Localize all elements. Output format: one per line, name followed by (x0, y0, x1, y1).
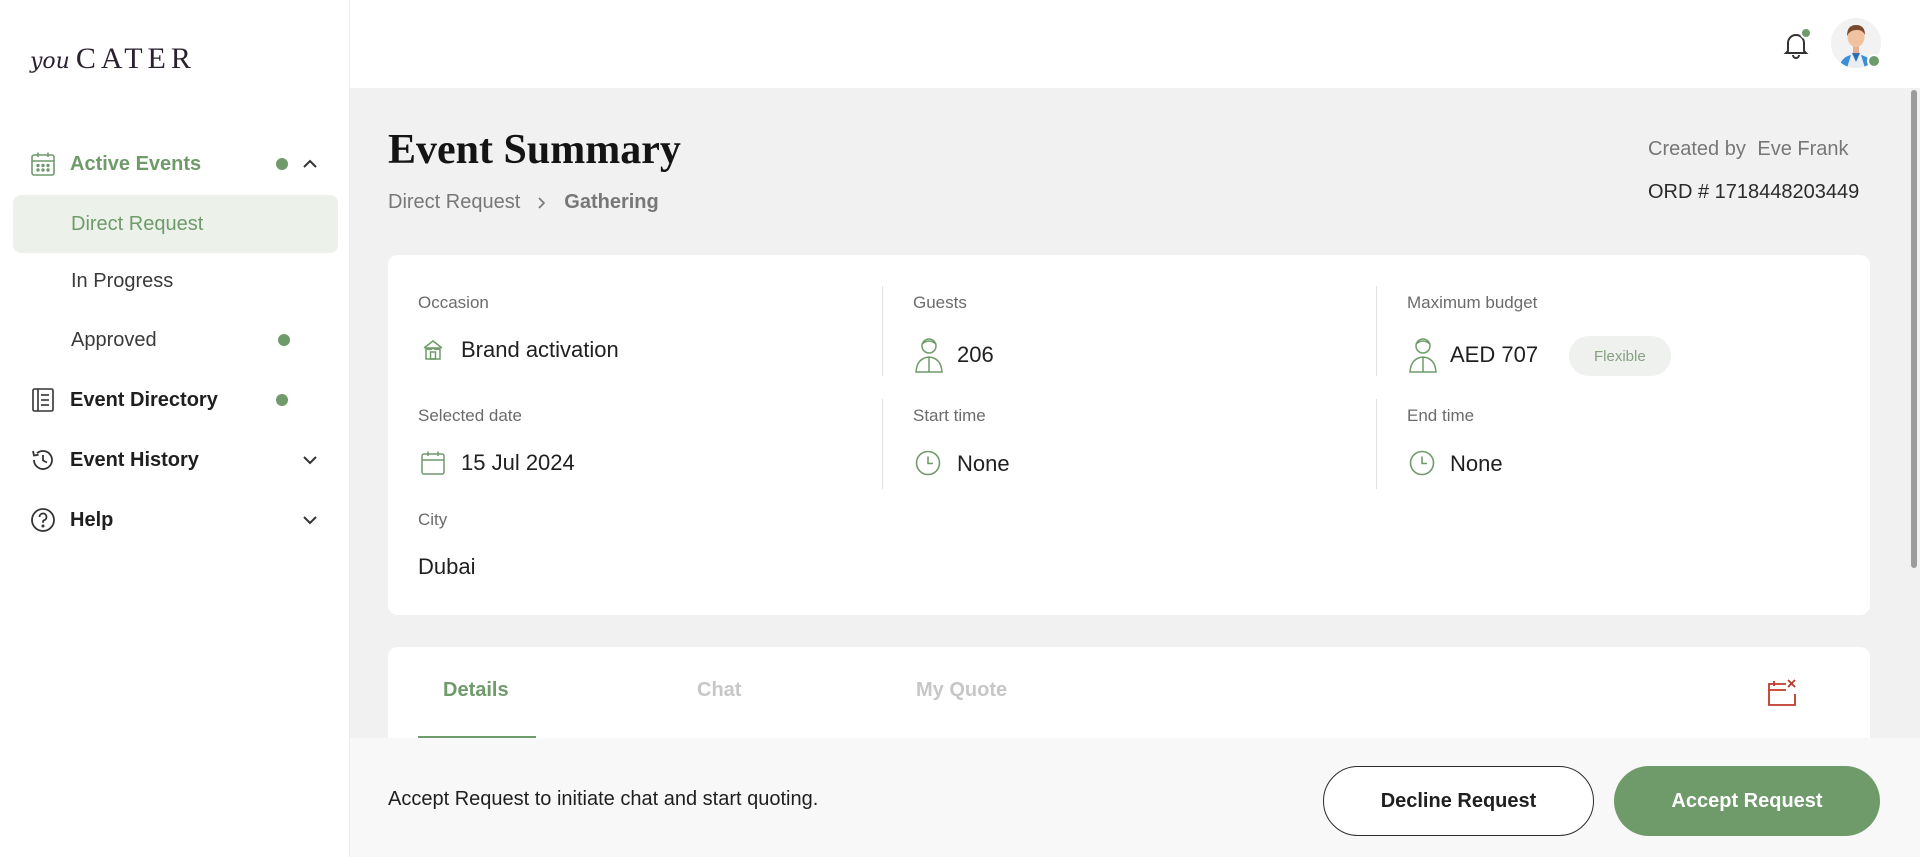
nav-event-directory[interactable]: Event Directory (0, 376, 350, 424)
history-icon (30, 447, 56, 473)
start-time-value: None (957, 451, 1010, 476)
brand-logo[interactable]: you CATER (30, 42, 196, 76)
accept-hint-text: Accept Request to initiate chat and star… (388, 788, 819, 810)
nav-help-label: Help (70, 508, 114, 531)
venue-icon (418, 335, 448, 365)
chevron-down-icon[interactable] (298, 448, 322, 472)
calendar-icon (418, 448, 448, 478)
divider (882, 399, 883, 489)
notification-dot (276, 158, 288, 170)
person-icon (913, 335, 945, 373)
help-icon (30, 507, 56, 533)
scrollbar-thumb[interactable] (1911, 90, 1917, 568)
chevron-up-icon[interactable] (298, 152, 322, 176)
divider (1376, 286, 1377, 376)
decline-request-button[interactable]: Decline Request (1323, 766, 1594, 836)
created-by-label: Created by (1648, 138, 1746, 160)
breadcrumb: Direct Request Gathering (388, 191, 659, 214)
guests-value: 206 (957, 342, 994, 367)
breadcrumb-gathering: Gathering (564, 191, 659, 213)
city-value: Dubai (418, 554, 476, 579)
city-label: City (418, 510, 448, 529)
nav-active-events-label: Active Events (70, 152, 202, 175)
divider (882, 286, 883, 376)
guests-label: Guests (913, 293, 967, 312)
divider (1376, 399, 1377, 489)
sidebar-item-approved[interactable]: Approved (13, 311, 338, 369)
tab-chat[interactable]: Chat (697, 679, 741, 702)
end-time-value: None (1450, 451, 1503, 476)
order-number: ORD # 1718448203449 (1648, 181, 1860, 203)
cancel-event-icon[interactable] (1766, 677, 1798, 709)
chevron-right-icon (532, 193, 552, 213)
flexible-badge: Flexible (1569, 336, 1671, 376)
sidebar-item-label: Approved (71, 328, 157, 351)
selected-date-label: Selected date (418, 406, 522, 425)
occasion-value: Brand activation (461, 337, 619, 362)
chevron-down-icon[interactable] (298, 508, 322, 532)
breadcrumb-direct-request[interactable]: Direct Request (388, 191, 520, 214)
budget-value: AED 707 (1450, 342, 1539, 367)
tab-my-quote[interactable]: My Quote (916, 679, 1007, 702)
nav-event-history-label: Event History (70, 448, 199, 471)
occasion-label: Occasion (418, 293, 489, 312)
event-summary-card: Occasion Brand activation Guests 206 Max… (388, 255, 1870, 615)
notification-dot (1800, 27, 1812, 39)
notification-dot (278, 334, 290, 346)
logo-cater: CATER (75, 42, 196, 75)
selected-date-value: 15 Jul 2024 (461, 450, 575, 475)
nav-active-events[interactable]: Active Events (0, 140, 350, 188)
clock-icon (913, 448, 943, 478)
budget-label: Maximum budget (1407, 293, 1538, 312)
calendar-icon (30, 151, 56, 177)
notification-dot (276, 394, 288, 406)
tab-details[interactable]: Details (443, 679, 509, 702)
start-time-label: Start time (913, 406, 986, 425)
logo-you: you (30, 49, 70, 74)
sidebar-item-label: Direct Request (71, 212, 204, 235)
clock-icon (1407, 448, 1437, 478)
nav-event-history[interactable]: Event History (0, 436, 350, 484)
sidebar: you CATER Active Events Direct Request I… (0, 0, 350, 857)
end-time-label: End time (1407, 406, 1475, 425)
top-bar (350, 0, 1920, 88)
created-by-name: Eve Frank (1757, 138, 1849, 160)
sidebar-item-in-progress[interactable]: In Progress (13, 252, 338, 310)
accept-request-button[interactable]: Accept Request (1614, 766, 1880, 836)
person-icon (1407, 335, 1439, 373)
sidebar-item-direct-request[interactable]: Direct Request (13, 195, 338, 253)
nav-event-directory-label: Event Directory (70, 388, 218, 411)
online-status-dot (1867, 54, 1881, 68)
page-title: Event Summary (388, 127, 681, 173)
nav-help[interactable]: Help (0, 496, 350, 544)
sidebar-item-label: In Progress (71, 269, 174, 292)
directory-icon (30, 387, 56, 413)
created-by: Created by Eve Frank (1648, 138, 1849, 161)
action-bar: Accept Request to initiate chat and star… (350, 738, 1920, 857)
